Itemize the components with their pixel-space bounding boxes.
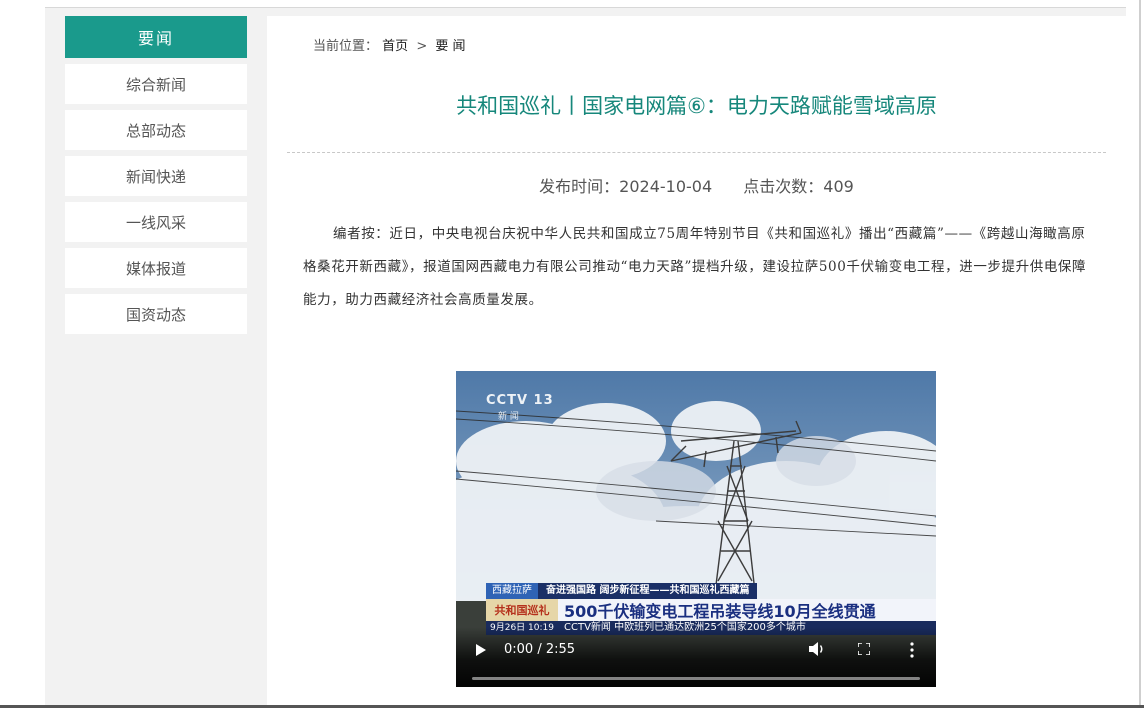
cctv-logo: CCTV 13 (486, 393, 554, 408)
right-border (1139, 0, 1141, 708)
sidebar-item-media-reports[interactable]: 媒体报道 (65, 248, 247, 288)
sidebar-item-news-express[interactable]: 新闻快递 (65, 156, 247, 196)
sidebar-item-frontline[interactable]: 一线风采 (65, 202, 247, 242)
video-controls: 0:00 / 2:55 (456, 627, 936, 687)
sidebar-item-sasac-news[interactable]: 国资动态 (65, 294, 247, 334)
video-time: 0:00 / 2:55 (504, 642, 576, 657)
video-topic: 奋进强国路 阔步新征程——共和国巡礼西藏篇 (538, 583, 758, 599)
title-divider (287, 152, 1106, 153)
breadcrumb-separator: > (416, 39, 428, 54)
video-player[interactable]: CCTV 13 新 闻 西藏拉萨 奋进强国路 阔步新征程——共和国巡礼西藏篇 共… (456, 371, 936, 687)
play-icon[interactable] (476, 644, 486, 656)
breadcrumb-current-link[interactable]: 要 闻 (435, 39, 465, 54)
video-location-tag: 西藏拉萨 (486, 583, 538, 599)
breadcrumb-home-link[interactable]: 首页 (382, 39, 408, 54)
editor-note: 编者按：近日，中央电视台庆祝中华人民共和国成立75周年特别节目《共和国巡礼》播出… (303, 226, 1087, 308)
breadcrumb-prefix: 当前位置： (313, 39, 379, 54)
publish-time: 发布时间：2024-10-04 (539, 177, 713, 196)
view-count: 点击次数：409 (743, 177, 854, 196)
video-progress-bar[interactable] (472, 677, 920, 680)
fullscreen-icon[interactable] (858, 643, 870, 655)
article-panel: 当前位置： 首页 > 要 闻 共和国巡礼丨国家电网篇⑥：电力天路赋能雪域高原 发… (267, 16, 1126, 708)
more-options-icon[interactable] (910, 642, 914, 658)
volume-icon[interactable] (808, 641, 826, 657)
channel-subtitle: 新 闻 (498, 412, 519, 422)
sidebar-item-general-news[interactable]: 综合新闻 (65, 64, 247, 104)
article-title: 共和国巡礼丨国家电网篇⑥：电力天路赋能雪域高原 (456, 94, 937, 118)
sidebar-item-hq-news[interactable]: 总部动态 (65, 110, 247, 150)
top-border (45, 7, 1126, 8)
breadcrumb: 当前位置： 首页 > 要 闻 (313, 35, 466, 54)
sidebar: 要闻 综合新闻 总部动态 新闻快递 一线风采 媒体报道 国资动态 (65, 16, 247, 334)
program-badge: 共和国巡礼 (486, 599, 558, 621)
article-meta: 发布时间：2024-10-04 点击次数：409 (267, 173, 1126, 197)
video-headline: 500千伏输变电工程吊装导线10月全线贯通 (558, 599, 936, 621)
sidebar-header: 要闻 (65, 16, 247, 58)
